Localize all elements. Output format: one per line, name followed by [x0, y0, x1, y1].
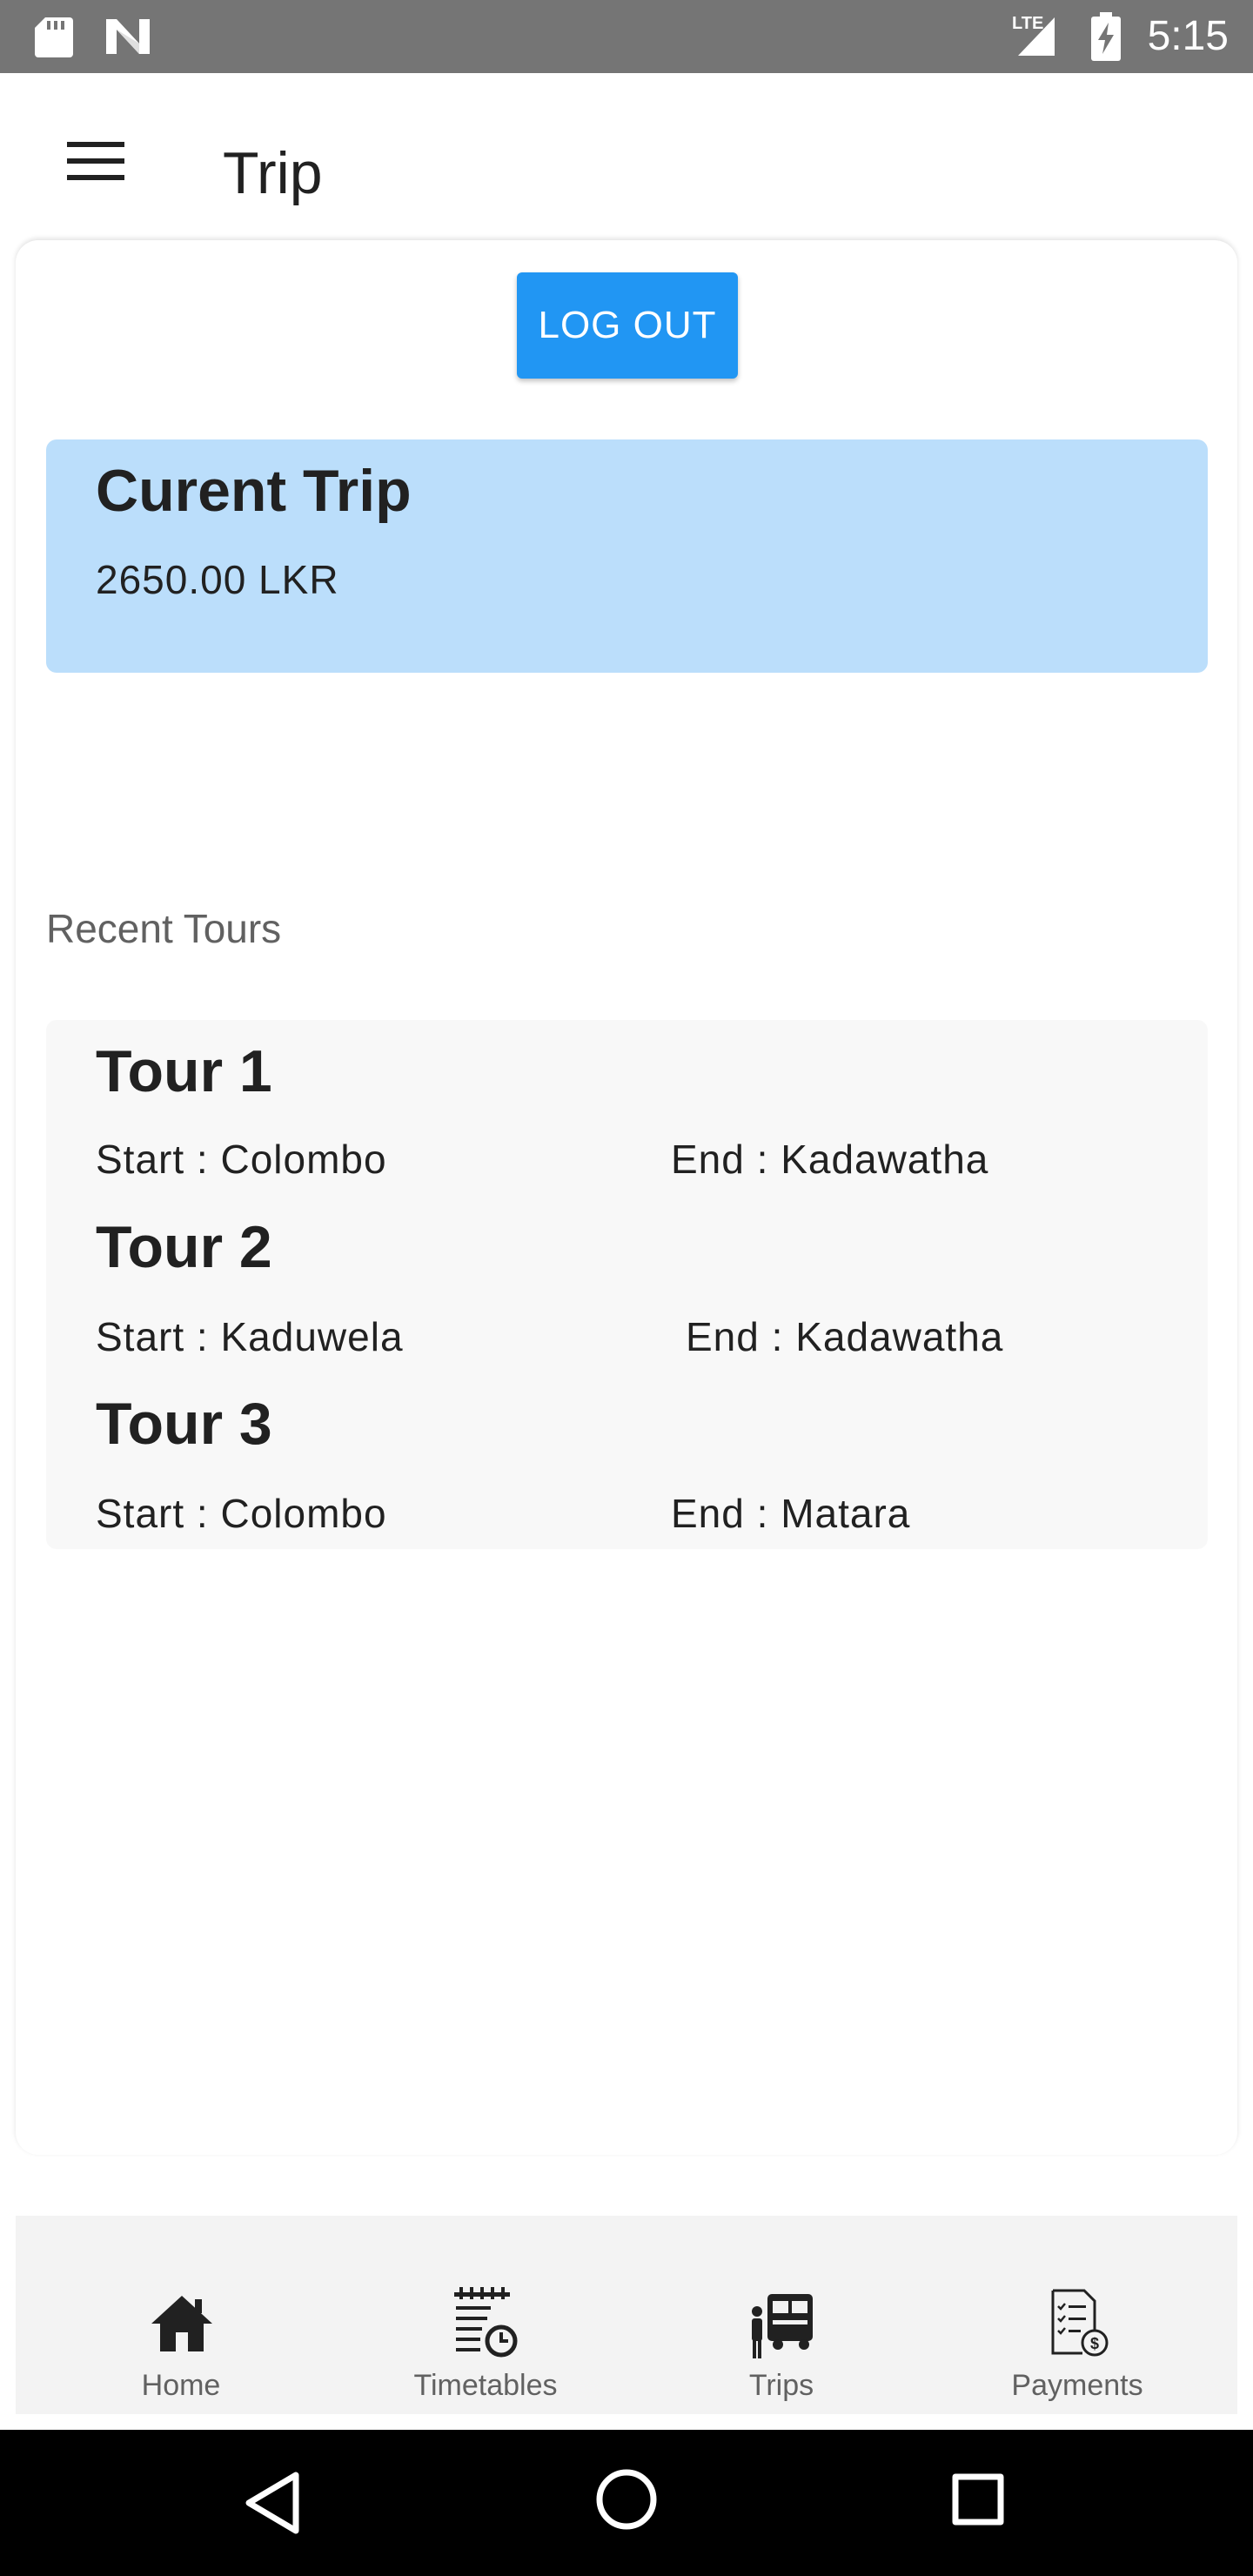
home-system-button[interactable] [592, 2465, 661, 2534]
tour-start: Start : Colombo [96, 1137, 387, 1182]
tour-end: End : Matara [671, 1491, 911, 1536]
logout-button[interactable]: LOG OUT [517, 272, 738, 379]
current-trip-title: Curent Trip [96, 458, 412, 524]
back-icon [245, 2472, 299, 2534]
current-trip-amount: 2650.00 LKR [96, 557, 339, 602]
lte-signal-icon [1018, 17, 1055, 56]
sd-card-icon [35, 17, 73, 57]
tour-start: Start : Kaduwela [96, 1314, 404, 1359]
timetable-icon [454, 2287, 518, 2358]
current-trip-card: Curent Trip 2650.00 LKR [46, 439, 1208, 673]
page-title: Trip [223, 140, 323, 206]
system-navigation-bar [0, 2430, 1253, 2576]
menu-button[interactable] [50, 120, 141, 202]
recents-icon [952, 2473, 1004, 2526]
tour-end: End : Kadawatha [686, 1314, 1004, 1359]
tour-start: Start : Colombo [96, 1491, 387, 1536]
battery-charging-icon [1091, 12, 1121, 61]
nav-item-payments[interactable]: $ Payments [955, 2216, 1199, 2414]
n-logo-icon [106, 19, 150, 54]
payments-icon: $ [1051, 2289, 1109, 2357]
status-bar: LTE 5:15 [0, 0, 1253, 73]
nav-label-payments: Payments [1011, 2369, 1143, 2402]
nav-label-timetables: Timetables [413, 2369, 558, 2402]
nav-label-home: Home [141, 2369, 221, 2402]
nav-item-trips[interactable]: Trips [660, 2216, 903, 2414]
bottom-navigation: Home Timetables Trips $ Payments [16, 2216, 1237, 2414]
home-circle-icon [596, 2469, 657, 2530]
tour-name: Tour 1 [96, 1038, 272, 1104]
tour-name: Tour 2 [96, 1214, 272, 1280]
recent-tours-heading: Recent Tours [46, 906, 282, 951]
svg-text:$: $ [1090, 2335, 1099, 2352]
tour-end: End : Kadawatha [671, 1137, 989, 1182]
recents-button[interactable] [943, 2465, 1013, 2534]
nav-label-trips: Trips [748, 2369, 814, 2402]
trips-bus-icon [752, 2294, 813, 2358]
app-bar: Trip [0, 73, 1253, 238]
nav-item-home[interactable]: Home [59, 2216, 303, 2414]
nav-item-timetables[interactable]: Timetables [364, 2216, 607, 2414]
hamburger-menu-icon [67, 142, 124, 180]
home-icon [151, 2296, 212, 2351]
back-button[interactable] [235, 2468, 313, 2538]
tour-name: Tour 3 [96, 1391, 272, 1457]
recent-tours-list: Tour 1 Start : Colombo End : Kadawatha T… [46, 1020, 1208, 1549]
status-time: 5:15 [1147, 13, 1229, 59]
